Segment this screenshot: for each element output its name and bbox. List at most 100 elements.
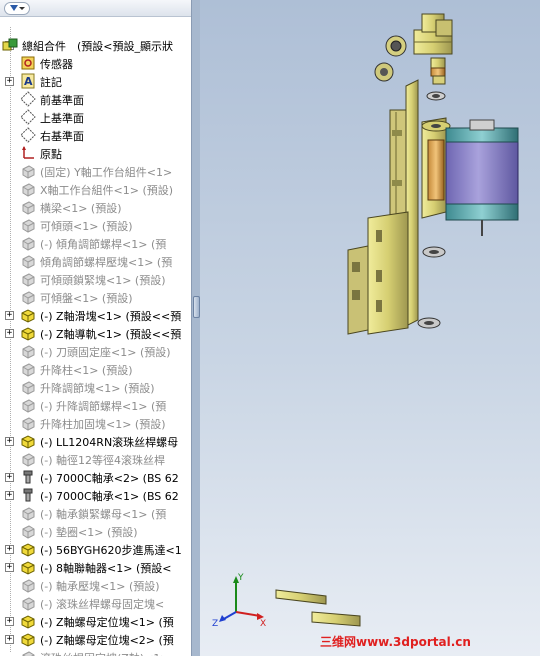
- tree-row-7[interactable]: (固定) Y軸工作台組件<1>: [0, 162, 191, 180]
- tree-row-24[interactable]: + (-) 7000C軸承<2> (BS 62: [0, 468, 191, 486]
- tree-row-32[interactable]: + (-) Z軸螺母定位塊<1> (預: [0, 612, 191, 630]
- expand-toggle-icon[interactable]: +: [5, 617, 14, 626]
- coordinate-triad: Y X Z: [212, 573, 266, 629]
- tree-row-label: 可傾頭<1> (預設): [40, 220, 133, 233]
- tree-row-label: 滚珠丝桿固定塊(Z軸)<1>: [40, 650, 170, 656]
- tree-row-4[interactable]: 上基準面: [0, 108, 191, 126]
- tree-row-18[interactable]: 升降柱<1> (預設): [0, 360, 191, 378]
- part-dim-icon: [20, 379, 36, 395]
- tree-row-6[interactable]: 原點: [0, 144, 191, 162]
- tree-row-16[interactable]: + (-) Z軸導軌<1> (預設<<預: [0, 324, 191, 342]
- x-axis-label: X: [260, 619, 266, 629]
- tree-row-31[interactable]: (-) 滚珠丝桿螺母固定塊<: [0, 594, 191, 612]
- part-dim-icon: [20, 181, 36, 197]
- graphics-viewport[interactable]: Y X Z 三维网www.3dportal.cn: [200, 0, 540, 656]
- part-dim-icon: [20, 361, 36, 377]
- filter-button[interactable]: [4, 1, 30, 15]
- tree-row-label: 可傾頭鎖緊塊<1> (預設): [40, 274, 166, 287]
- tree-row-label: (-) Z軸導軌<1> (預設<<預: [40, 328, 182, 341]
- tree-row-11[interactable]: (-) 傾角調節螺桿<1> (預: [0, 234, 191, 252]
- tree-row-13[interactable]: 可傾頭鎖緊塊<1> (預設): [0, 270, 191, 288]
- tree-row-3[interactable]: 前基準面: [0, 90, 191, 108]
- tree-row-23[interactable]: (-) 軸徑12等徑4滚珠丝桿: [0, 450, 191, 468]
- bearing-ring-top-1[interactable]: [374, 35, 407, 82]
- tree-row-label: 上基準面: [40, 112, 84, 125]
- tree-row-29[interactable]: + (-) 8軸聯軸器<1> (預設<: [0, 558, 191, 576]
- stepper-motor[interactable]: [445, 119, 519, 236]
- tree-row-26[interactable]: (-) 軸承鎖緊螺母<1> (預: [0, 504, 191, 522]
- tree-row-2[interactable]: + A 註記: [0, 72, 191, 90]
- tree-row-label: X軸工作台組件<1> (預設): [40, 184, 174, 197]
- z-axis-base-block[interactable]: [347, 211, 409, 335]
- subassembly-icon: [20, 433, 36, 449]
- filter-toolbar: [0, 0, 191, 17]
- subassembly-icon: [20, 559, 36, 575]
- subassembly-icon: [20, 325, 36, 341]
- tree-row-label: 传感器: [40, 58, 73, 71]
- tree-row-28[interactable]: + (-) 56BYGH620步進馬達<1: [0, 540, 191, 558]
- tree-row-33[interactable]: + (-) Z軸螺母定位塊<2> (預: [0, 630, 191, 648]
- tree-row-label: (-) 8軸聯軸器<1> (預設<: [40, 562, 172, 575]
- part-dim-icon: [20, 415, 36, 431]
- tree-row-label: 原點: [40, 148, 62, 161]
- tree-row-12[interactable]: 傾角調節螺桿壓塊<1> (預: [0, 252, 191, 270]
- top-bearing-block[interactable]: [413, 13, 453, 55]
- tree-row-label: (-) Z軸滑塊<1> (預設<<預: [40, 310, 182, 323]
- tree-row-8[interactable]: X軸工作台組件<1> (預設): [0, 180, 191, 198]
- tree-row-label: (-) 軸徑12等徑4滚珠丝桿: [40, 454, 166, 467]
- tree-row-30[interactable]: (-) 軸承壓塊<1> (預設): [0, 576, 191, 594]
- tree-row-21[interactable]: 升降柱加固塊<1> (預設): [0, 414, 191, 432]
- tree-row-1[interactable]: 传感器: [0, 54, 191, 72]
- nut-locator-block-1[interactable]: [275, 589, 327, 605]
- subassembly-icon: [20, 631, 36, 647]
- expand-toggle-icon[interactable]: +: [5, 311, 14, 320]
- tree-root-assembly[interactable]: -總組合件 (預設<預設_顯示狀: [0, 36, 191, 54]
- nut-locator-block-2[interactable]: [311, 611, 361, 627]
- tree-row-34[interactable]: 滚珠丝桿固定塊(Z軸)<1>: [0, 648, 191, 656]
- chevron-down-icon: [18, 6, 25, 10]
- washer-mid[interactable]: [417, 246, 446, 329]
- expand-toggle-icon[interactable]: +: [5, 545, 14, 554]
- tree-row-20[interactable]: (-) 升降調節螺桿<1> (預: [0, 396, 191, 414]
- subassembly-icon: [20, 541, 36, 557]
- part-dim-icon: [20, 649, 36, 656]
- tree-row-label: (-) Z軸螺母定位塊<1> (預: [40, 616, 174, 629]
- x-axis-line: [235, 611, 261, 617]
- expand-toggle-icon[interactable]: +: [5, 329, 14, 338]
- subassembly-icon: [20, 307, 36, 323]
- expand-toggle-icon[interactable]: +: [5, 491, 14, 500]
- bearing-icon: [20, 487, 36, 503]
- tree-row-9[interactable]: 横梁<1> (預設): [0, 198, 191, 216]
- tree-row-10[interactable]: 可傾頭<1> (預設): [0, 216, 191, 234]
- expand-toggle-icon[interactable]: +: [5, 473, 14, 482]
- tree-row-27[interactable]: (-) 墊圈<1> (預設): [0, 522, 191, 540]
- part-dim-icon: [20, 523, 36, 539]
- subassembly-icon: [20, 613, 36, 629]
- part-dim-icon: [20, 271, 36, 287]
- tree-row-label: (固定) Y軸工作台組件<1>: [40, 166, 173, 179]
- panel-splitter-handle[interactable]: [193, 296, 200, 318]
- tree-row-17[interactable]: (-) 刀頭固定座<1> (預設): [0, 342, 191, 360]
- expand-toggle-icon[interactable]: +: [5, 77, 14, 86]
- tree-row-label: 升降柱<1> (預設): [40, 364, 133, 377]
- tree-row-label: 右基準面: [40, 130, 84, 143]
- tree-row-15[interactable]: + (-) Z軸滑塊<1> (預設<<預: [0, 306, 191, 324]
- tree-row-label: 前基準面: [40, 94, 84, 107]
- tree-row-25[interactable]: + (-) 7000C軸承<1> (BS 62: [0, 486, 191, 504]
- expand-toggle-icon[interactable]: +: [5, 437, 14, 446]
- funnel-filter-icon: [9, 5, 18, 11]
- shaft-coupling[interactable]: [430, 57, 446, 85]
- part-dim-icon: [20, 505, 36, 521]
- tree-row-5[interactable]: 右基準面: [0, 126, 191, 144]
- washer-top[interactable]: [426, 91, 446, 101]
- part-dim-icon: [20, 163, 36, 179]
- expand-toggle-icon[interactable]: +: [5, 635, 14, 644]
- expand-toggle-icon[interactable]: +: [5, 563, 14, 572]
- tree-row-14[interactable]: 可傾盤<1> (預設): [0, 288, 191, 306]
- origin-icon: [20, 145, 36, 161]
- tree-row-19[interactable]: 升降調節塊<1> (預設): [0, 378, 191, 396]
- annotation-icon: A: [20, 73, 36, 89]
- sensor-icon: [20, 55, 36, 71]
- tree-row-22[interactable]: + (-) LL1204RN滚珠丝桿螺母: [0, 432, 191, 450]
- part-dim-icon: [20, 577, 36, 593]
